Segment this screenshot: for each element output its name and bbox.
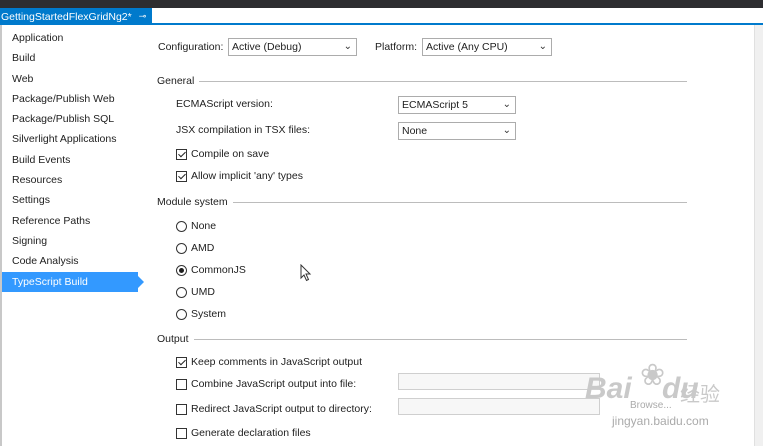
tab-title: GettingStartedFlexGridNg2*: [1, 10, 132, 23]
allow-implicit-any-checkbox[interactable]: Allow implicit 'any' types: [176, 170, 303, 182]
combine-output-checkbox[interactable]: Combine JavaScript output into file:: [176, 378, 356, 390]
watermark-url: jingyan.baidu.com: [612, 414, 709, 428]
chevron-down-icon: ⌄: [343, 41, 352, 52]
pin-icon[interactable]: ⊸: [139, 11, 147, 22]
sidebar-item-resources[interactable]: Resources: [2, 170, 144, 190]
general-section-header: General: [157, 75, 687, 87]
sidebar-item-reference-paths[interactable]: Reference Paths: [2, 211, 144, 231]
sidebar-item-application[interactable]: Application: [2, 28, 144, 48]
combine-output-file-input[interactable]: [398, 373, 600, 390]
module-system-radio[interactable]: System: [176, 308, 226, 320]
section-divider: [232, 201, 687, 203]
sidebar-item-signing[interactable]: Signing: [2, 231, 144, 251]
project-properties-sidebar: Application Build Web Package/Publish We…: [2, 28, 144, 292]
module-none-label: None: [191, 220, 217, 232]
compile-on-save-checkbox[interactable]: Compile on save: [176, 148, 269, 160]
generate-declaration-label: Generate declaration files: [191, 427, 311, 439]
module-umd-radio[interactable]: UMD: [176, 286, 215, 298]
module-system-section-title: Module system: [157, 196, 228, 208]
module-umd-label: UMD: [191, 286, 215, 298]
platform-value: Active (Any CPU): [426, 41, 508, 53]
title-bar-strip: [0, 0, 763, 8]
platform-dropdown[interactable]: Active (Any CPU) ⌄: [422, 38, 552, 56]
chevron-down-icon: ⌄: [502, 99, 511, 110]
checkbox-icon: [176, 427, 187, 439]
module-amd-radio[interactable]: AMD: [176, 242, 214, 254]
ecmascript-version-value: ECMAScript 5: [402, 99, 468, 111]
redirect-output-label: Redirect JavaScript output to directory:: [191, 403, 372, 415]
module-amd-label: AMD: [191, 242, 215, 254]
checkbox-checked-icon: [176, 148, 187, 160]
configuration-dropdown[interactable]: Active (Debug) ⌄: [228, 38, 357, 56]
radio-icon: [176, 308, 187, 320]
allow-implicit-any-label: Allow implicit 'any' types: [191, 170, 303, 182]
general-section-title: General: [157, 75, 195, 87]
compile-on-save-label: Compile on save: [191, 148, 270, 160]
checkbox-icon: [176, 403, 187, 415]
checkbox-checked-icon: [176, 356, 187, 368]
module-none-radio[interactable]: None: [176, 220, 216, 232]
sidebar-item-package-publish-sql[interactable]: Package/Publish SQL: [2, 109, 144, 129]
checkbox-icon: [176, 378, 187, 390]
sidebar-item-build[interactable]: Build: [2, 48, 144, 68]
document-tab[interactable]: GettingStartedFlexGridNg2* ⊸ ✕: [0, 8, 163, 25]
checkbox-checked-icon: [176, 170, 187, 182]
output-section-header: Output: [157, 333, 687, 345]
sidebar-item-code-analysis[interactable]: Code Analysis: [2, 251, 144, 271]
radio-icon: [176, 220, 187, 232]
sidebar-item-silverlight-applications[interactable]: Silverlight Applications: [2, 129, 144, 149]
configuration-value: Active (Debug): [232, 41, 302, 53]
radio-icon: [176, 242, 187, 254]
watermark-brand-cn: 经验: [680, 384, 720, 406]
mouse-cursor-icon: [300, 263, 312, 285]
section-divider: [193, 338, 687, 340]
redirect-output-checkbox[interactable]: Redirect JavaScript output to directory:: [176, 403, 372, 415]
keep-comments-checkbox[interactable]: Keep comments in JavaScript output: [176, 356, 362, 368]
generate-declaration-checkbox[interactable]: Generate declaration files: [176, 427, 311, 439]
watermark-brand: Bai: [585, 372, 632, 405]
close-icon[interactable]: ✕: [154, 11, 162, 22]
ecmascript-version-label: ECMAScript version:: [176, 98, 273, 110]
radio-selected-icon: [176, 264, 187, 276]
sidebar-item-build-events[interactable]: Build Events: [2, 150, 144, 170]
sidebar-item-typescript-build[interactable]: TypeScript Build: [2, 271, 144, 292]
vertical-scrollbar[interactable]: [754, 25, 763, 446]
jsx-compilation-value: None: [402, 125, 428, 137]
redirect-output-directory-input[interactable]: [398, 398, 600, 415]
jsx-compilation-dropdown[interactable]: None ⌄: [398, 122, 516, 140]
combine-output-label: Combine JavaScript output into file:: [191, 378, 357, 390]
ecmascript-version-dropdown[interactable]: ECMAScript 5 ⌄: [398, 96, 516, 114]
keep-comments-label: Keep comments in JavaScript output: [191, 356, 363, 368]
sidebar-item-package-publish-web[interactable]: Package/Publish Web: [2, 89, 144, 109]
radio-icon: [176, 286, 187, 298]
module-commonjs-radio[interactable]: CommonJS: [176, 264, 246, 276]
section-divider: [199, 80, 687, 82]
chevron-down-icon: ⌄: [538, 41, 547, 52]
document-tab-strip: GettingStartedFlexGridNg2* ⊸ ✕: [0, 8, 763, 25]
sidebar-item-web[interactable]: Web: [2, 69, 144, 89]
module-system-section-header: Module system: [157, 196, 687, 208]
chevron-down-icon: ⌄: [502, 125, 511, 136]
sidebar-item-settings[interactable]: Settings: [2, 190, 144, 210]
jsx-compilation-label: JSX compilation in TSX files:: [176, 124, 311, 136]
output-section-title: Output: [157, 333, 189, 345]
platform-label: Platform:: [375, 41, 418, 53]
module-commonjs-label: CommonJS: [191, 264, 246, 276]
watermark-browse: Browse...: [630, 400, 672, 411]
configuration-label: Configuration:: [158, 41, 224, 53]
module-system-label: System: [191, 308, 227, 320]
